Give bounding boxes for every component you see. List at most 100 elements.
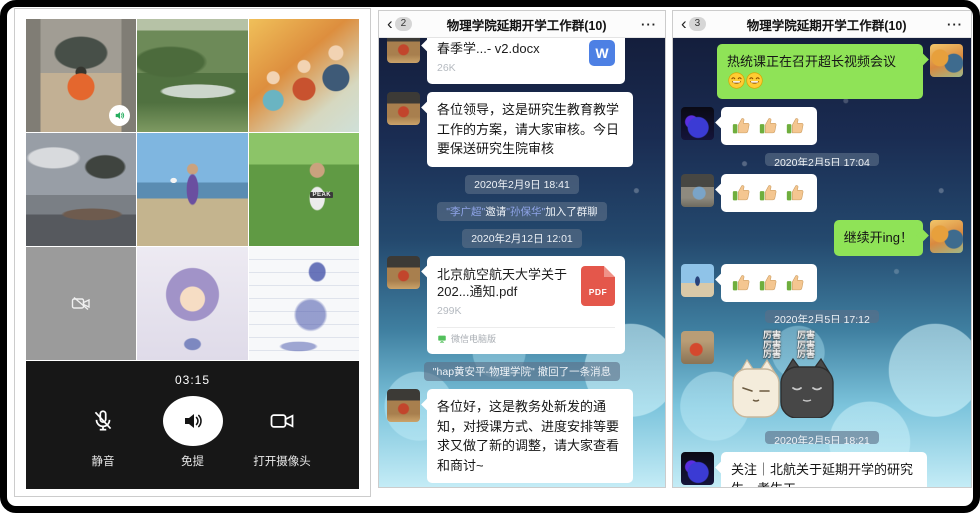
- message-text: 关注｜北航关于延期开学的研究生、考生工: [673, 452, 971, 487]
- message-text-outgoing: 热统课正在召开超长视频会议: [673, 44, 971, 99]
- date-separator: 2020年2月12日 12:01: [462, 229, 582, 248]
- participant-video-2[interactable]: [137, 19, 247, 132]
- pdf-file-icon: PDF: [581, 266, 615, 306]
- call-control-bar: 03:15 静音: [26, 361, 359, 489]
- file-size: 299K: [437, 304, 573, 320]
- participant-video-7-camera-off[interactable]: [26, 247, 136, 360]
- avatar[interactable]: [930, 220, 963, 253]
- member-name-link[interactable]: "孙保华": [506, 206, 545, 218]
- avatar[interactable]: [681, 107, 714, 140]
- text-bubble: 各位好，这是教务处新发的通知，对授课方式、进度安排等要求又做了新的调整，请大家查…: [427, 389, 633, 483]
- mic-muted-icon: [90, 408, 116, 434]
- chat-area: 春季学...- v2.docx 26K W 各位领导，这是研究生教育教学工作的方…: [379, 38, 665, 487]
- thumbs-up-icon: [731, 115, 753, 137]
- system-message-recall: "hap黄安平-物理学院" 撤回了一条消息: [424, 362, 620, 381]
- thumbs-up-icon: [758, 182, 780, 204]
- chat-screenshot-2: ‹ 3 物理学院延期开学工作群(10) ··· 热统课正在召开超长视频会议: [672, 10, 972, 488]
- avatar[interactable]: [387, 256, 420, 289]
- more-menu-button[interactable]: ···: [947, 17, 963, 32]
- more-menu-button[interactable]: ···: [641, 17, 657, 32]
- back-button[interactable]: ‹ 2: [387, 17, 412, 32]
- emoji-bubble: [721, 264, 817, 302]
- avatar[interactable]: [681, 452, 714, 485]
- emoji-bubble: [721, 107, 817, 145]
- word-icon-letter: W: [595, 43, 608, 64]
- speaker-button[interactable]: 免提: [150, 395, 236, 469]
- participant-video-5[interactable]: [137, 133, 247, 246]
- chat-header: ‹ 3 物理学院延期开学工作群(10) ···: [673, 11, 971, 38]
- text-bubble: 继续开ing！: [834, 220, 923, 256]
- participant-video-3[interactable]: [249, 19, 359, 132]
- camera-icon: [268, 407, 296, 435]
- file-size: 26K: [437, 61, 581, 77]
- system-message-join: "李广超"邀请"孙保华"加入了群聊: [437, 202, 606, 221]
- screenshot-canvas: PEAK 03:15: [0, 0, 980, 513]
- unread-count-badge: 2: [395, 17, 413, 31]
- message-emoji: [673, 107, 971, 145]
- text-bubble: 各位领导，这是研究生教育教学工作的方案，请大家审核。今日要保送研究生院审核: [427, 92, 633, 167]
- shirt-text: PEAK: [310, 192, 333, 198]
- avatar[interactable]: [387, 389, 420, 422]
- pdf-fold-corner: [604, 266, 615, 277]
- back-button[interactable]: ‹ 3: [681, 17, 706, 32]
- message-emoji: [673, 264, 971, 302]
- speaker-waves-icon: [113, 109, 126, 122]
- participant-video-9[interactable]: [249, 247, 359, 360]
- thumbs-up-icon: [731, 182, 753, 204]
- chat-title: 物理学院延期开学工作群(10): [706, 15, 947, 34]
- message-text-content: 热统课正在召开超长视频会议: [727, 54, 896, 69]
- participant-video-8[interactable]: [137, 247, 247, 360]
- avatar[interactable]: [387, 38, 420, 63]
- speaker-button-circle: [163, 396, 223, 446]
- wechat-pc-icon: [437, 334, 447, 344]
- mute-button[interactable]: 静音: [60, 395, 146, 469]
- chat-area: 热统课正在召开超长视频会议 2020年2月5日 17:04: [673, 38, 971, 487]
- emoji-bubble: [721, 174, 817, 212]
- participant-video-1[interactable]: [26, 19, 136, 132]
- open-camera-button[interactable]: 打开摄像头: [239, 395, 325, 469]
- file-name: 北京航空航天大学关于202...通知.pdf: [437, 266, 573, 301]
- thumbs-up-icon: [785, 115, 807, 137]
- date-separator: 2020年2月9日 18:41: [465, 175, 579, 194]
- unread-count-badge: 3: [689, 17, 707, 31]
- video-call-screenshot: PEAK 03:15: [14, 8, 371, 497]
- grin-emoji: [746, 72, 763, 89]
- participant-video-6[interactable]: PEAK: [249, 133, 359, 246]
- cats-sticker[interactable]: 厉害 厉害 厉害 厉害 厉害 厉害: [723, 331, 855, 422]
- message-file-docx: 春季学...- v2.docx 26K W: [379, 38, 665, 84]
- file-bubble-docx[interactable]: 春季学...- v2.docx 26K W: [427, 38, 625, 84]
- participant-video-4[interactable]: [26, 133, 136, 246]
- message-text: 各位领导，这是研究生教育教学工作的方案，请大家审核。今日要保送研究生院审核: [379, 92, 665, 167]
- date-separator: 2020年2月5日 17:12: [765, 310, 879, 323]
- back-chevron-icon: ‹: [681, 15, 687, 32]
- pdf-icon-label: PDF: [581, 286, 615, 299]
- avatar[interactable]: [681, 174, 714, 207]
- thumbs-up-icon: [758, 115, 780, 137]
- thumbs-up-icon: [785, 272, 807, 294]
- file-source-label: 微信电脑版: [451, 333, 496, 347]
- thumbs-up-icon: [731, 272, 753, 294]
- avatar[interactable]: [387, 92, 420, 125]
- mute-label: 静音: [92, 453, 115, 469]
- thumbs-up-icon: [758, 272, 780, 294]
- back-chevron-icon: ‹: [387, 15, 393, 32]
- speaker-on-badge: [109, 105, 130, 126]
- message-file-pdf: 北京航空航天大学关于202...通知.pdf 299K PDF: [379, 256, 665, 354]
- text-bubble: 热统课正在召开超长视频会议: [717, 44, 923, 99]
- thumbs-up-icon: [785, 182, 807, 204]
- message-text-outgoing: 继续开ing！: [673, 220, 971, 256]
- file-bubble-pdf[interactable]: 北京航空航天大学关于202...通知.pdf 299K PDF: [427, 256, 625, 354]
- file-name: 春季学...- v2.docx: [437, 40, 581, 58]
- message-text: 各位好，这是教务处新发的通知，对授课方式、进度安排等要求又做了新的调整，请大家查…: [379, 389, 665, 483]
- chat-screenshot-1: ‹ 2 物理学院延期开学工作群(10) ··· 春季学...- v2.docx …: [378, 10, 666, 488]
- avatar[interactable]: [930, 44, 963, 77]
- message-sticker: 厉害 厉害 厉害 厉害 厉害 厉害: [673, 331, 971, 422]
- avatar[interactable]: [681, 264, 714, 297]
- join-tail-text: 加入了群聊: [545, 206, 598, 218]
- avatar[interactable]: [681, 331, 714, 364]
- open-camera-label: 打开摄像头: [253, 453, 311, 469]
- word-file-icon: W: [589, 40, 615, 66]
- two-cats-image: [723, 356, 843, 418]
- date-separator: 2020年2月5日 17:04: [765, 153, 879, 166]
- member-name-link[interactable]: "李广超": [446, 206, 485, 218]
